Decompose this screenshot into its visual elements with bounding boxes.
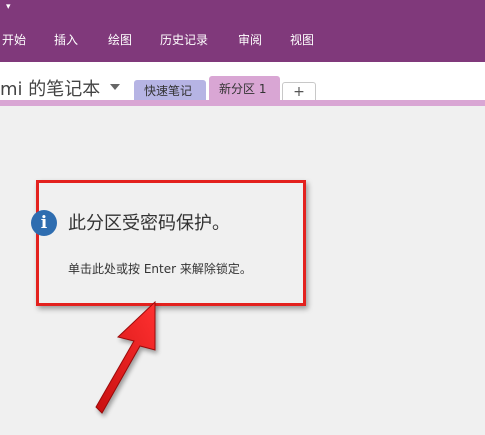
add-section-button[interactable]: + xyxy=(282,82,316,102)
tab-history[interactable]: 历史记录 xyxy=(160,30,208,50)
ribbon: ▾ 开始 插入 绘图 历史记录 审阅 视图 xyxy=(0,0,485,62)
chevron-down-icon[interactable] xyxy=(110,84,120,90)
highlight-box xyxy=(36,180,306,306)
tab-review[interactable]: 审阅 xyxy=(238,30,262,50)
section-tab-new-section-1[interactable]: 新分区 1 xyxy=(209,76,280,102)
tab-view[interactable]: 视图 xyxy=(290,30,314,50)
info-icon: i xyxy=(31,210,57,236)
unlock-hint[interactable]: 单击此处或按 Enter 来解除锁定。 xyxy=(68,260,252,277)
lock-title[interactable]: 此分区受密码保护。 xyxy=(68,209,230,235)
tab-home[interactable]: 开始 xyxy=(2,30,26,50)
quick-access-dropdown-icon[interactable]: ▾ xyxy=(6,3,11,12)
section-tab-quick-notes[interactable]: 快速笔记 xyxy=(134,80,206,102)
tab-insert[interactable]: 插入 xyxy=(54,30,78,50)
page-content[interactable]: i 此分区受密码保护。 单击此处或按 Enter 来解除锁定。 xyxy=(0,106,485,435)
arrow-shape xyxy=(95,300,156,414)
tab-draw[interactable]: 绘图 xyxy=(108,30,132,50)
notebook-name[interactable]: mi 的笔记本 xyxy=(0,75,100,101)
